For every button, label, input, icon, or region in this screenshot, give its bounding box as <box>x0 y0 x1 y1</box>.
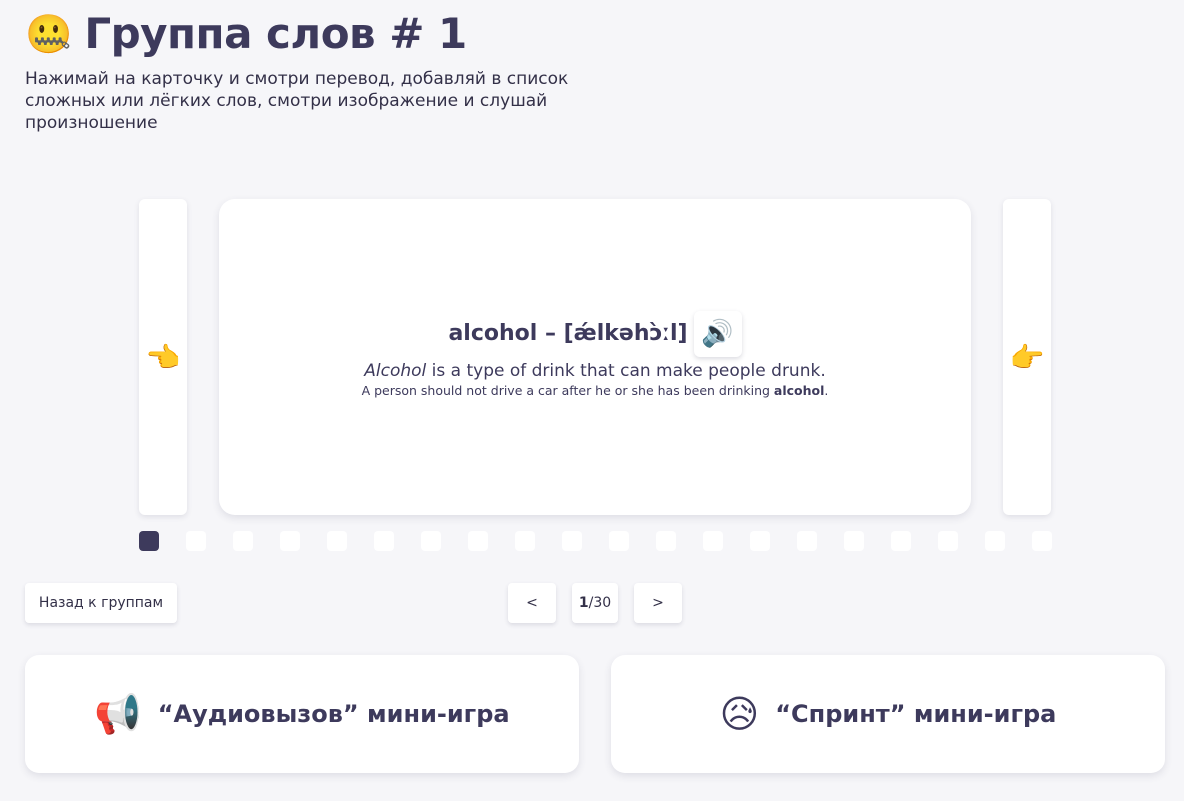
pagination-dot[interactable] <box>186 531 206 551</box>
page-counter: 1 / 30 <box>572 583 618 623</box>
word-row: alcohol – [ǽlkəhɔ̀ːl] 🔊 <box>448 310 742 357</box>
pagination-dot[interactable] <box>703 531 723 551</box>
pagination-dot[interactable] <box>609 531 629 551</box>
audio-challenge-game-button[interactable]: 📢 “Аудиовызов” мини-игра <box>25 655 579 773</box>
megaphone-icon: 📢 <box>94 691 142 736</box>
word-example: A person should not drive a car after he… <box>362 383 829 398</box>
page-title: Группа слов # 1 <box>84 9 467 58</box>
audio-challenge-game-label: “Аудиовызов” мини-игра <box>157 700 510 728</box>
play-sound-button[interactable]: 🔊 <box>693 310 742 357</box>
back-to-groups-button[interactable]: Назад к группам <box>25 583 177 623</box>
pagination-dot[interactable] <box>985 531 1005 551</box>
example-text: A person should not drive a car after he… <box>361 382 774 398</box>
speaker-icon: 🔊 <box>701 318 734 349</box>
pagination-dot[interactable] <box>656 531 676 551</box>
previous-page-button[interactable]: < <box>508 583 556 623</box>
sad-sweat-face-icon: 😥 <box>719 692 760 736</box>
word-card-slider: 👈 alcohol – [ǽlkəhɔ̀ːl] 🔊 Alcohol is a t… <box>139 199 1051 515</box>
pagination-dot[interactable] <box>468 531 488 551</box>
next-page-button[interactable]: > <box>634 583 682 623</box>
pagination-dot[interactable] <box>421 531 441 551</box>
pagination-dot[interactable] <box>233 531 253 551</box>
word-with-transcription: alcohol – [ǽlkəhɔ̀ːl] <box>448 321 688 346</box>
sprint-game-label: “Спринт” мини-игра <box>775 700 1057 728</box>
pagination-dot[interactable] <box>844 531 864 551</box>
meaning-word: Alcohol <box>364 360 427 381</box>
pagination-dot[interactable] <box>515 531 535 551</box>
word-meaning: Alcohol is a type of drink that can make… <box>364 361 825 381</box>
pagination-dot[interactable] <box>280 531 300 551</box>
pagination-dot[interactable] <box>327 531 347 551</box>
example-end: . <box>824 382 829 398</box>
word-card[interactable]: alcohol – [ǽlkəhɔ̀ːl] 🔊 Alcohol is a typ… <box>219 199 971 515</box>
example-word: alcohol <box>773 382 825 398</box>
pagination-dot[interactable] <box>750 531 770 551</box>
pagination-dot[interactable] <box>139 531 159 551</box>
pagination-dot[interactable] <box>374 531 394 551</box>
pointing-right-hand-icon: 👉 <box>1009 340 1045 374</box>
sprint-game-button[interactable]: 😥 “Спринт” мини-игра <box>611 655 1165 773</box>
pagination-dot[interactable] <box>562 531 582 551</box>
pagination-dot[interactable] <box>891 531 911 551</box>
page-subtitle: Нажимай на карточку и смотри перевод, до… <box>25 69 569 133</box>
current-page: 1 <box>578 595 589 611</box>
slider-pagination-dots <box>139 531 1059 551</box>
meaning-text: is a type of drink that can make people … <box>426 360 826 381</box>
pagination-dot[interactable] <box>797 531 817 551</box>
pagination-dot[interactable] <box>1032 531 1052 551</box>
pointing-left-hand-icon: 👈 <box>145 340 181 374</box>
next-card-button[interactable]: 👉 <box>1003 199 1051 515</box>
total-pages: 30 <box>593 595 612 611</box>
zipper-mouth-face-icon: 🤐 <box>25 12 73 56</box>
previous-card-button[interactable]: 👈 <box>139 199 187 515</box>
page-header: 🤐 Группа слов # 1 Нажимай на карточку и … <box>25 8 615 134</box>
pagination-dot[interactable] <box>938 531 958 551</box>
title-row: 🤐 Группа слов # 1 <box>25 8 615 60</box>
